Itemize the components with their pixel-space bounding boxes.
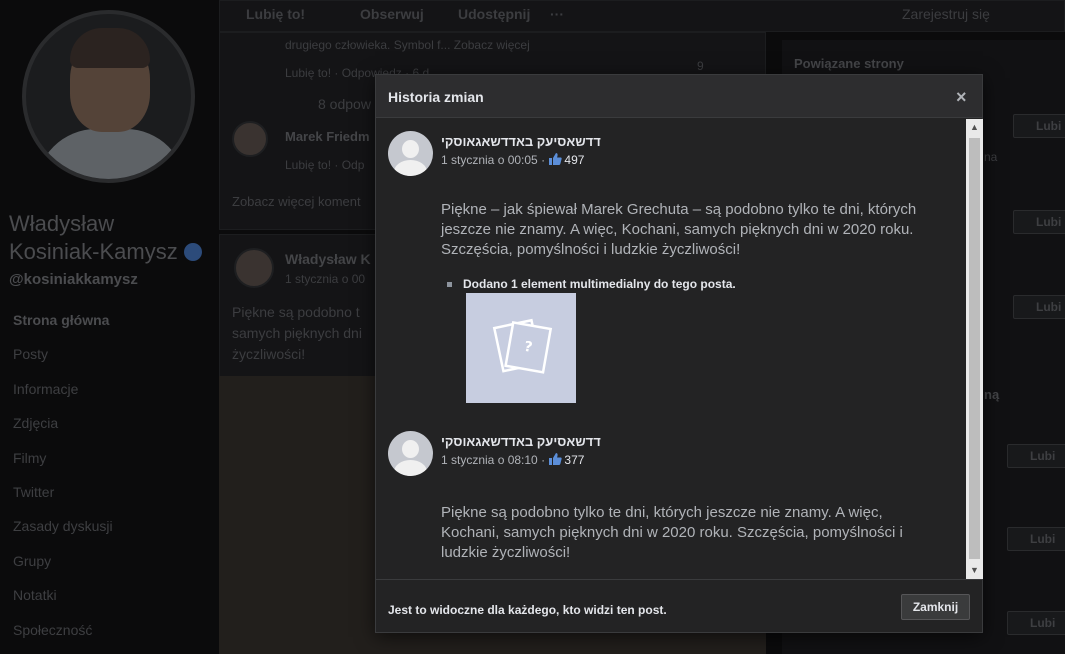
related-like-button-2[interactable]: Lubi xyxy=(1013,210,1065,234)
post-date[interactable]: 1 stycznia o 00 xyxy=(285,272,365,286)
more-options-button[interactable]: ··· xyxy=(550,6,564,22)
nav-item-rules[interactable]: Zasady dyskusji xyxy=(13,518,203,552)
page-nav: Strona główna Posty Informacje Zdjęcia F… xyxy=(13,312,203,654)
entry-date[interactable]: 1 stycznia o 08:10 xyxy=(441,453,538,467)
page-action-bar: Lubię to! Obserwuj Udostępnij ··· Zareje… xyxy=(219,0,1065,32)
comment-snippet: drugiego człowieka. Symbol f... Zobacz w… xyxy=(285,38,530,52)
nav-item-groups[interactable]: Grupy xyxy=(13,553,203,587)
entry-like-count: 377 xyxy=(564,453,585,467)
entry-author[interactable]: דדשאסיעק באדדשאגאוסקי xyxy=(441,134,601,149)
scrollbar-thumb[interactable] xyxy=(969,138,980,559)
nav-item-about[interactable]: Informacje xyxy=(13,381,203,415)
replies-link[interactable]: 8 odpow xyxy=(318,96,371,112)
page-name: Władysław Kosiniak-Kamysz xyxy=(9,210,209,266)
share-button[interactable]: Udostępnij xyxy=(458,6,530,22)
comment-like-link[interactable]: Lubię to! xyxy=(285,66,331,80)
dialog-title: Historia zmian xyxy=(388,89,484,105)
verified-badge-icon xyxy=(183,243,202,261)
related-pages-heading: Powiązane strony xyxy=(794,56,904,71)
comment-reaction-count: 9 xyxy=(697,59,704,73)
close-button[interactable]: Zamknij xyxy=(901,594,970,620)
see-more-comments-link[interactable]: Zobacz więcej koment xyxy=(232,194,361,209)
scroll-up-arrow-icon[interactable]: ▲ xyxy=(966,119,983,136)
user-avatar-icon[interactable] xyxy=(388,131,433,176)
entry-meta: 1 stycznia o 00:05 · 497 xyxy=(441,153,585,167)
commenter-name[interactable]: Marek Friedm xyxy=(285,129,370,144)
history-entry: דדשאסיעק באדדשאגאוסקי 1 stycznia o 08:10… xyxy=(388,431,948,561)
page-handle: @kosiniakkamysz xyxy=(9,271,138,288)
entry-like-count: 497 xyxy=(564,153,585,167)
register-link[interactable]: Zarejestruj się xyxy=(902,6,990,22)
nav-item-posts[interactable]: Posty xyxy=(13,346,203,380)
related-like-button-4[interactable]: Lubi xyxy=(1007,444,1065,468)
nav-item-videos[interactable]: Filmy xyxy=(13,450,203,484)
entry-body: Piękne – jak śpiewał Marek Grechuta – są… xyxy=(441,201,917,258)
related-like-button-5[interactable]: Lubi xyxy=(1007,527,1065,551)
bullet-icon xyxy=(447,282,452,287)
nav-item-community[interactable]: Społeczność xyxy=(13,622,203,654)
entry-body: Piękne są podobno tylko te dni, których … xyxy=(441,504,903,561)
like-thumb-icon xyxy=(549,453,563,465)
like-page-button[interactable]: Lubię to! xyxy=(246,6,305,22)
comment2-actions: Lubię to! · Odp xyxy=(285,158,365,172)
edit-history-list[interactable]: דדשאסיעק באדדשאגאוסקי 1 stycznia o 00:05… xyxy=(376,119,982,579)
scrollbar[interactable]: ▲ ▼ xyxy=(966,119,983,579)
scroll-down-arrow-icon[interactable]: ▼ xyxy=(966,562,983,579)
post-author-avatar[interactable] xyxy=(234,248,274,288)
entry-date[interactable]: 1 stycznia o 00:05 xyxy=(441,153,538,167)
dialog-header: Historia zmian × xyxy=(376,75,982,118)
commenter-avatar[interactable] xyxy=(232,121,268,157)
related-like-button-1[interactable]: Lubi xyxy=(1013,114,1065,138)
media-placeholder[interactable]: ? xyxy=(466,293,576,403)
nav-item-home[interactable]: Strona główna xyxy=(13,312,203,346)
profile-avatar[interactable] xyxy=(22,10,195,183)
post-text: Piękne są podobno t samych pięknych dni … xyxy=(232,304,362,362)
nav-item-notes[interactable]: Notatki xyxy=(13,587,203,621)
user-avatar-icon[interactable] xyxy=(388,431,433,476)
related-like-button-3[interactable]: Lubi xyxy=(1013,295,1065,319)
edit-history-dialog: Historia zmian × דדשאסיעק באדדשאגאוסקי 1… xyxy=(375,74,983,633)
entry-author[interactable]: דדשאסיעק באדדשאגאוסקי xyxy=(441,434,601,449)
history-entry: דדשאסיעק באדדשאגאוסקי 1 stycznia o 00:05… xyxy=(388,131,948,421)
close-icon[interactable]: × xyxy=(956,87,967,108)
visibility-note: Jest to widoczne dla każdego, kto widzi … xyxy=(388,603,667,617)
dialog-footer: Jest to widoczne dla każdego, kto widzi … xyxy=(376,579,982,632)
post-author[interactable]: Władysław K xyxy=(285,251,371,267)
nav-item-twitter[interactable]: Twitter xyxy=(13,484,203,518)
follow-button[interactable]: Obserwuj xyxy=(360,6,424,22)
missing-photo-icon: ? xyxy=(492,318,553,374)
related-like-button-6[interactable]: Lubi xyxy=(1007,611,1065,635)
like-thumb-icon xyxy=(549,153,563,165)
media-added-note: Dodano 1 element multimedialny do tego p… xyxy=(447,277,736,291)
entry-meta: 1 stycznia o 08:10 · 377 xyxy=(441,453,585,467)
nav-item-photos[interactable]: Zdjęcia xyxy=(13,415,203,449)
